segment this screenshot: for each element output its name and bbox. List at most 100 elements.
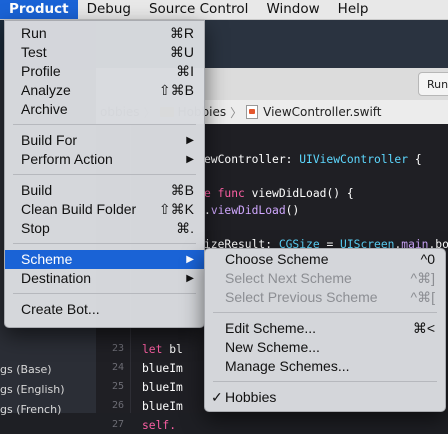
code-line: blueIm	[142, 360, 183, 377]
code-line: let bl	[142, 341, 183, 358]
line-number: 26	[96, 400, 124, 411]
chevron-right-icon: 〉	[230, 104, 242, 121]
menu-source-control[interactable]: Source Control	[140, 0, 257, 19]
menu-item-label: Scheme	[21, 250, 72, 269]
menu-item-label: Select Next Scheme	[225, 269, 352, 288]
menu-separator	[213, 381, 437, 382]
menu-debug[interactable]: Debug	[78, 0, 140, 19]
menu-item-label: Edit Scheme...	[225, 319, 316, 338]
code-token: .	[204, 204, 211, 217]
menu-item-label: Manage Schemes...	[225, 357, 350, 376]
keyboard-shortcut: ⌘.	[176, 219, 194, 238]
code-line: blueIm	[142, 398, 183, 415]
menu-item-stop[interactable]: Stop⌘.	[5, 219, 204, 238]
menu-item-run[interactable]: Run ⌘R	[5, 24, 204, 43]
code-token: viewDidLoad	[211, 204, 286, 217]
menu-item-label: New Scheme...	[225, 338, 320, 357]
navigator-file-item[interactable]: gs (Base)	[0, 360, 96, 380]
menu-item-label: Build	[21, 181, 52, 200]
menu-item-label: Hobbies	[225, 388, 276, 407]
menu-item-label: Analyze	[21, 81, 71, 100]
menu-item-label: Clean Build Folder	[21, 200, 136, 219]
line-number: 25	[96, 381, 124, 392]
menu-item-edit-scheme[interactable]: Edit Scheme... ⌘<	[205, 319, 445, 338]
code-line: e func viewDidLoad() {	[204, 185, 354, 202]
code-line: ewController: UIViewController {	[204, 151, 422, 168]
code-token: blueIm	[142, 362, 183, 375]
checkmark-icon: ✓	[211, 388, 223, 407]
code-token: ewController:	[204, 153, 299, 166]
navigator-file-item[interactable]: gs (English)	[0, 380, 96, 400]
run-button[interactable]: Run	[418, 72, 448, 96]
keyboard-shortcut: ^⌘[	[411, 288, 435, 307]
menu-item-choose-scheme[interactable]: Choose Scheme^0	[205, 250, 445, 269]
code-token: bl	[169, 343, 183, 356]
code-token: ()	[286, 204, 300, 217]
keyboard-shortcut: ⌘R	[170, 24, 194, 43]
menu-item-label: Select Previous Scheme	[225, 288, 378, 307]
menu-separator	[13, 174, 196, 175]
menu-item-select-previous-scheme: Select Previous Scheme ^⌘[	[205, 288, 445, 307]
menu-product[interactable]: Product	[0, 0, 78, 19]
code-line: blueIm	[142, 379, 183, 396]
navigator-file-list: gs (Base) gs (English) gs (French)	[0, 360, 96, 420]
menu-item-test[interactable]: Test ⌘U	[5, 43, 204, 62]
menu-help[interactable]: Help	[329, 0, 378, 19]
submenu-arrow-icon: ▶	[186, 269, 194, 288]
keyboard-shortcut: ⇧⌘K	[159, 200, 194, 219]
menu-item-destination[interactable]: Destination ▶	[5, 269, 204, 288]
jumpbar-file[interactable]: ViewController.swift	[246, 105, 381, 119]
menu-item-build[interactable]: Build ⌘B	[5, 181, 204, 200]
menu-item-hobbies[interactable]: ✓Hobbies	[205, 388, 445, 407]
code-token: {	[408, 153, 422, 166]
code-line: self.	[142, 417, 176, 434]
jumpbar-file-label: ViewController.swift	[263, 105, 381, 119]
keyboard-shortcut: ⇧⌘B	[159, 81, 194, 100]
swift-file-icon	[246, 105, 258, 119]
menu-item-analyze[interactable]: Analyze ⇧⌘B	[5, 81, 204, 100]
menu-item-manage-schemes[interactable]: Manage Schemes...	[205, 357, 445, 376]
menu-separator	[213, 312, 437, 313]
code-token: UIViewController	[299, 153, 408, 166]
menu-separator	[13, 124, 196, 125]
menu-item-label: Destination	[21, 269, 91, 288]
code-token: blueIm	[142, 381, 183, 394]
code-token: func	[218, 187, 252, 200]
menu-item-archive[interactable]: Archive	[5, 100, 204, 119]
menu-item-perform-action[interactable]: Perform Action ▶	[5, 150, 204, 169]
keyboard-shortcut: ⌘<	[413, 319, 435, 338]
menu-separator	[13, 243, 196, 244]
line-number: 27	[96, 419, 124, 430]
menu-item-label: Perform Action	[21, 150, 113, 169]
menu-item-label: Choose Scheme	[225, 250, 329, 269]
product-menu: Run ⌘R Test ⌘U Profile ⌘I Analyze ⇧⌘B Archive Bui…	[4, 20, 205, 328]
menu-item-build-for[interactable]: Build For▶	[5, 131, 204, 150]
keyboard-shortcut: ^⌘]	[411, 269, 435, 288]
menu-item-create-bot[interactable]: Create Bot...	[5, 300, 204, 319]
navigator-file-item[interactable]: gs (French)	[0, 400, 96, 420]
menu-item-label: Archive	[21, 100, 68, 119]
code-token: blueIm	[142, 400, 183, 413]
menu-separator	[13, 293, 196, 294]
keyboard-shortcut: ⌘U	[170, 43, 194, 62]
menu-window[interactable]: Window	[257, 0, 328, 19]
code-token: viewDidLoad() {	[252, 187, 354, 200]
code-token: self.	[142, 419, 176, 432]
menu-item-clean-build-folder[interactable]: Clean Build Folder ⇧⌘K	[5, 200, 204, 219]
code-line: .viewDidLoad()	[204, 202, 299, 219]
submenu-arrow-icon: ▶	[186, 150, 194, 169]
line-number: 23	[96, 343, 124, 354]
menu-item-label: Build For	[21, 131, 77, 150]
keyboard-shortcut: ⌘I	[176, 62, 194, 81]
menu-item-label: Test	[21, 43, 47, 62]
menu-item-select-next-scheme: Select Next Scheme ^⌘]	[205, 269, 445, 288]
menu-item-label: Profile	[21, 62, 61, 81]
menu-item-label: Create Bot...	[21, 300, 100, 319]
keyboard-shortcut: ⌘B	[171, 181, 194, 200]
menu-item-profile[interactable]: Profile ⌘I	[5, 62, 204, 81]
line-number: 24	[96, 362, 124, 373]
menu-item-scheme[interactable]: Scheme▶	[5, 250, 204, 269]
menu-item-new-scheme[interactable]: New Scheme...	[205, 338, 445, 357]
menu-item-label: Run	[21, 24, 47, 43]
code-token: e	[204, 187, 218, 200]
